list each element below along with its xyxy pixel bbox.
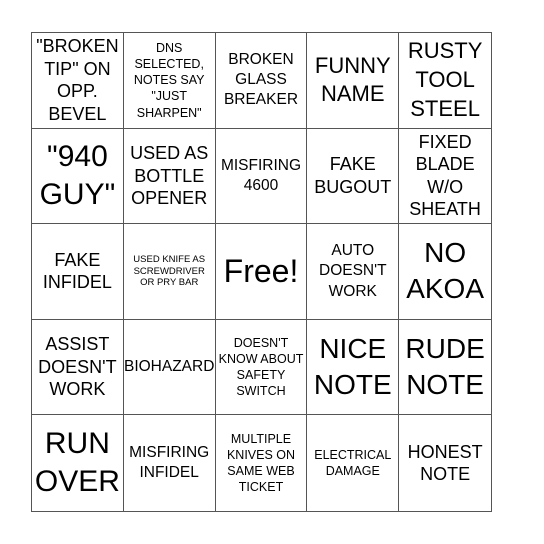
bingo-cell-r5c1[interactable]: RUN OVER (32, 415, 124, 511)
bingo-cell-r5c2[interactable]: MISFIRING INFIDEL (124, 415, 216, 511)
cell-text: USED KNIFE AS SCREWDRIVER OR PRY BAR (133, 254, 206, 289)
bingo-cell-r2c4[interactable]: FAKE BUGOUT (307, 128, 400, 225)
free-space-label: Free! (223, 252, 299, 289)
bingo-cell-r2c5[interactable]: FIXED BLADE W/O SHEATH (399, 129, 491, 225)
cell-text: HONEST NOTE (407, 441, 483, 485)
bingo-cell-r4c4[interactable]: NICE NOTE (307, 319, 400, 416)
bingo-cell-r3c2[interactable]: USED KNIFE AS SCREWDRIVER OR PRY BAR (123, 224, 216, 320)
bingo-cell-r4c5[interactable]: RUDE NOTE (399, 320, 491, 416)
bingo-cell-r1c2[interactable]: DNS SELECTED, NOTES SAY "JUST SHARPEN" (123, 33, 216, 129)
bingo-cell-r3c5[interactable]: NO AKOA (399, 224, 491, 320)
cell-text: RUN OVER (34, 426, 120, 499)
bingo-cell-r1c5[interactable]: RUSTY TOOL STEEL (399, 33, 491, 129)
cell-text: DOESN'T KNOW ABOUT SAFETY SWITCH (218, 335, 304, 399)
cell-text: MISFIRING INFIDEL (129, 444, 210, 482)
cell-text: BIOHAZARD (123, 358, 215, 376)
bingo-cell-r1c1[interactable]: "BROKEN TIP" ON OPP. BEVEL (32, 33, 124, 129)
cell-text: BROKEN GLASS BREAKER (223, 51, 299, 109)
bingo-cell-r3c1[interactable]: FAKE INFIDEL (32, 224, 124, 320)
bingo-cell-r5c5[interactable]: HONEST NOTE (399, 415, 491, 511)
cell-text: ELECTRICAL DAMAGE (314, 447, 392, 479)
cell-text: "BROKEN TIP" ON OPP. BEVEL (36, 36, 119, 124)
cell-text: FAKE BUGOUT (314, 154, 392, 197)
cell-text: FIXED BLADE W/O SHEATH (409, 131, 481, 220)
bingo-cell-r4c1[interactable]: ASSIST DOESN'T WORK (32, 319, 124, 416)
cell-text: "940 GUY" (39, 139, 116, 211)
cell-text: AUTO DOESN'T WORK (319, 242, 387, 300)
cell-text: FUNNY NAME (314, 52, 391, 107)
bingo-cell-r1c3[interactable]: BROKEN GLASS BREAKER (215, 33, 308, 129)
bingo-cell-r3c4[interactable]: AUTO DOESN'T WORK (307, 224, 400, 320)
cell-text: MISFIRING 4600 (220, 156, 302, 194)
bingo-free-space[interactable]: Free! (215, 224, 308, 320)
bingo-board: "BROKEN TIP" ON OPP. BEVEL DNS SELECTED,… (31, 32, 492, 512)
bingo-cell-r4c3[interactable]: DOESN'T KNOW ABOUT SAFETY SWITCH (215, 319, 308, 416)
bingo-cell-r2c3[interactable]: MISFIRING 4600 (215, 128, 308, 225)
cell-text: MULTIPLE KNIVES ON SAME WEB TICKET (226, 431, 296, 495)
bingo-cell-r4c2[interactable]: BIOHAZARD (123, 319, 216, 416)
bingo-cell-r5c4[interactable]: ELECTRICAL DAMAGE (307, 415, 400, 511)
bingo-cell-r5c3[interactable]: MULTIPLE KNIVES ON SAME WEB TICKET (216, 415, 308, 511)
cell-text: FAKE INFIDEL (42, 249, 112, 293)
cell-text: USED AS BOTTLE OPENER (130, 143, 209, 209)
cell-text: NO AKOA (406, 237, 484, 305)
cell-text: ASSIST DOESN'T WORK (38, 334, 117, 400)
cell-text: NICE NOTE (313, 332, 392, 401)
cell-text: RUSTY TOOL STEEL (407, 38, 483, 121)
cell-text: RUDE NOTE (405, 332, 485, 401)
cell-text: DNS SELECTED, NOTES SAY "JUST SHARPEN" (133, 40, 205, 120)
bingo-cell-r2c1[interactable]: "940 GUY" (32, 128, 124, 225)
bingo-cell-r2c2[interactable]: USED AS BOTTLE OPENER (123, 128, 216, 225)
bingo-cell-r1c4[interactable]: FUNNY NAME (307, 33, 400, 129)
